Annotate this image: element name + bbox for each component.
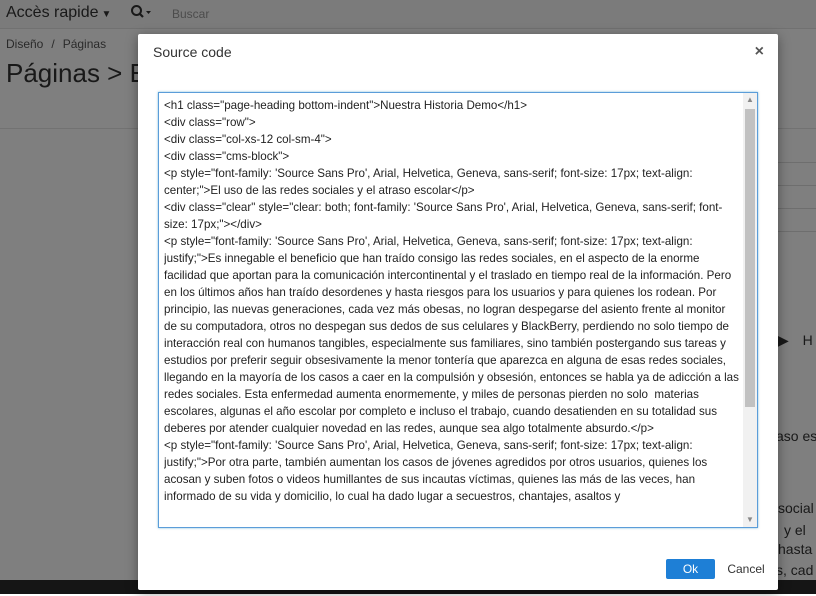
close-icon[interactable]: ×: [755, 43, 764, 61]
scroll-up-icon[interactable]: ▲: [743, 93, 757, 107]
textarea-scrollbar[interactable]: ▲ ▼: [743, 93, 757, 527]
source-code-text[interactable]: <h1 class="page-heading bottom-indent">N…: [164, 97, 739, 523]
source-code-textarea[interactable]: <h1 class="page-heading bottom-indent">N…: [158, 92, 758, 528]
dialog-title: Source code: [153, 44, 232, 60]
dialog-header: Source code ×: [138, 34, 778, 70]
source-code-dialog: Source code × <h1 class="page-heading bo…: [138, 34, 778, 590]
ok-button[interactable]: Ok: [666, 559, 715, 579]
scroll-down-icon[interactable]: ▼: [743, 513, 757, 527]
scroll-thumb[interactable]: [745, 109, 755, 407]
cancel-button[interactable]: Cancel: [725, 559, 767, 579]
